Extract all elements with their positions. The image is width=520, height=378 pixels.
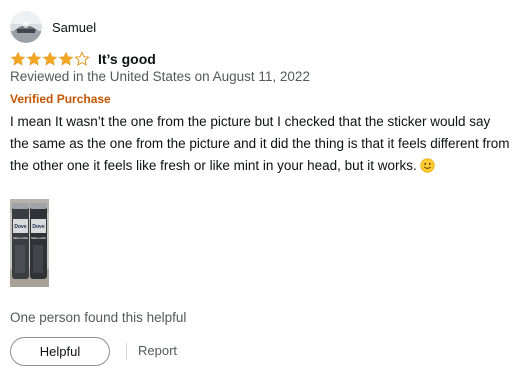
review-date: Reviewed in the United States on August … — [10, 69, 310, 84]
helpful-count: One person found this helpful — [10, 310, 187, 325]
product-label-right: Dove — [32, 224, 44, 230]
star-filled-icon — [42, 51, 58, 66]
review-text: I mean It wasn’t the one from the pictur… — [10, 111, 510, 177]
avatar-icon[interactable] — [10, 11, 42, 43]
verified-purchase-badge: Verified Purchase — [10, 92, 111, 106]
reviewer-name[interactable]: Samuel — [52, 20, 96, 35]
customer-review: Samuel It’s good Reviewed in the United … — [0, 0, 520, 378]
review-title[interactable]: It’s good — [98, 51, 156, 67]
action-divider — [126, 343, 127, 360]
reviewer-profile[interactable]: Samuel — [10, 10, 96, 44]
rating-row: It’s good — [10, 49, 156, 69]
review-image-thumbnail[interactable]: Dove Dove MEN+CARE MEN+CARE — [10, 199, 49, 287]
product-sublabel-left: MEN+CARE — [13, 236, 28, 240]
star-filled-icon — [26, 51, 42, 66]
report-link[interactable]: Report — [138, 343, 177, 358]
product-label-left: Dove — [14, 224, 26, 230]
smiling-face-emoji-icon — [420, 158, 435, 173]
star-filled-icon — [10, 51, 26, 66]
star-rating[interactable] — [10, 51, 90, 67]
product-sublabel-right: MEN+CARE — [31, 236, 46, 240]
helpful-button[interactable]: Helpful — [10, 337, 110, 366]
star-empty-icon — [74, 51, 90, 66]
star-filled-icon — [58, 51, 74, 66]
